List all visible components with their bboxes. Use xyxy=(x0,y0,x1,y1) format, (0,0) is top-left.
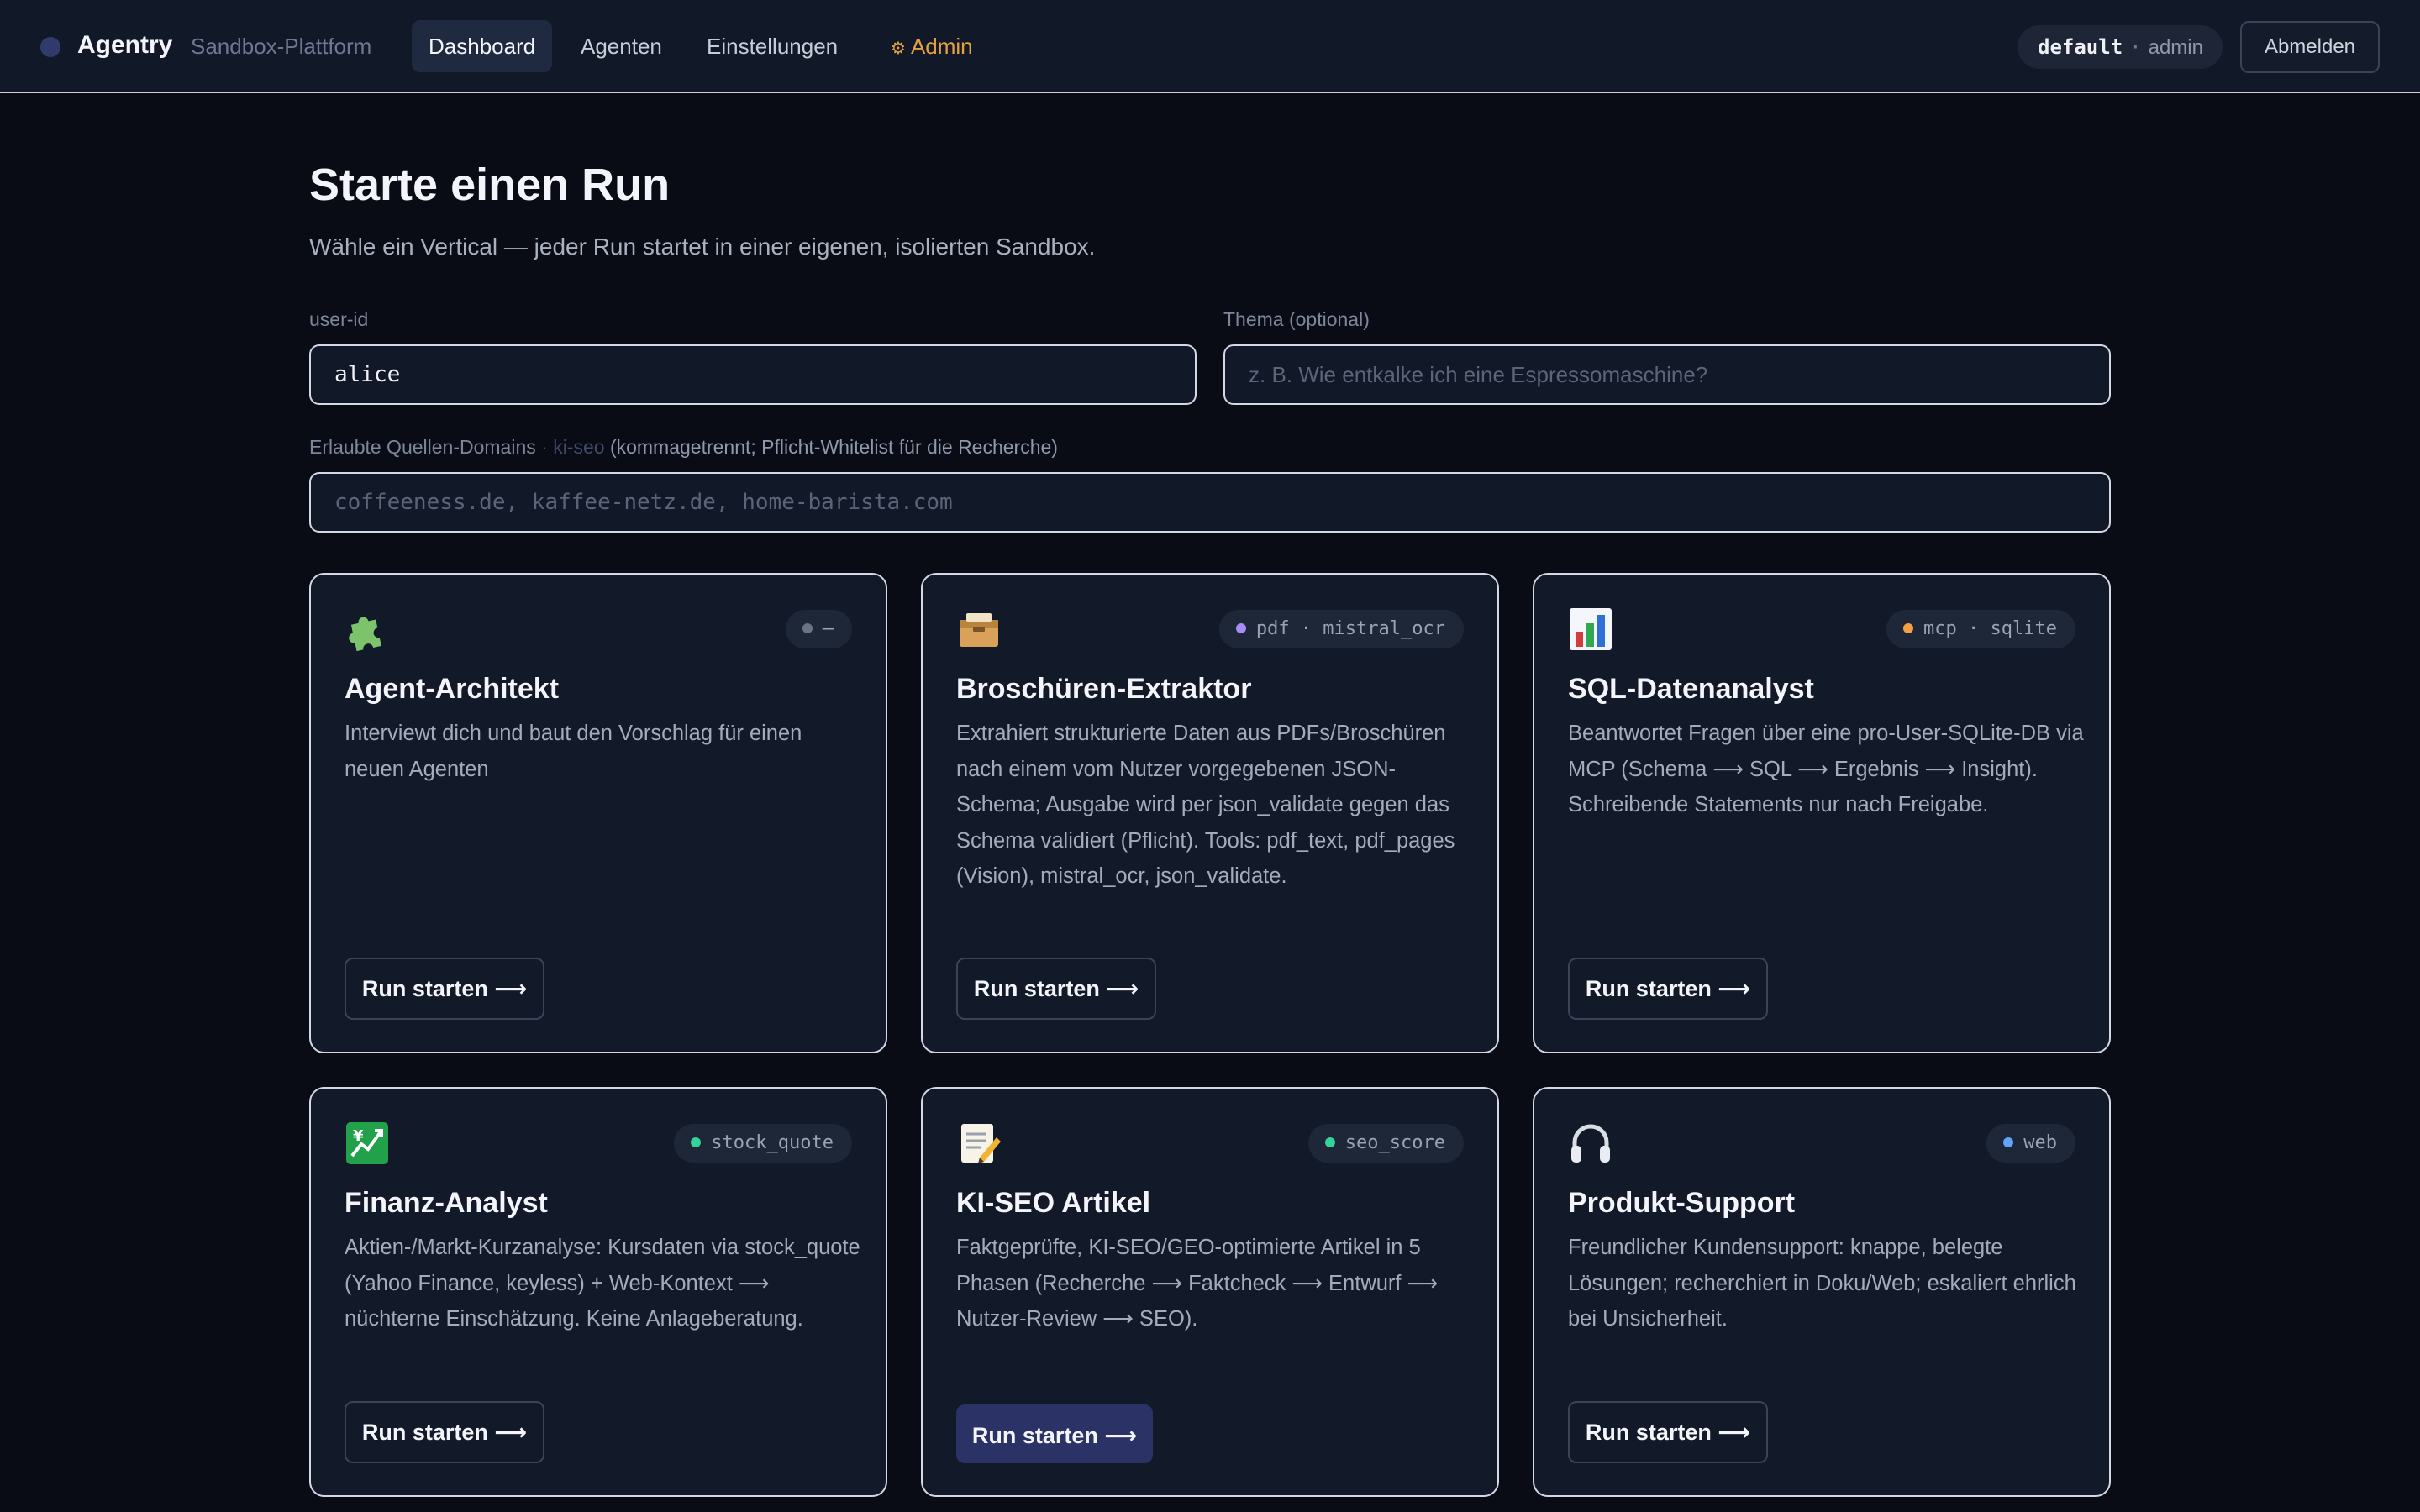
card-description: Interviewt dich und baut den Vorschlag f… xyxy=(345,722,802,781)
domains-vertical-tag: · ki-seo xyxy=(541,436,605,458)
card-title: Produkt-Support xyxy=(1568,1187,1796,1219)
vertical-card-sql-analyst[interactable]: mcp · sqlite SQL-Datenanalyst Beantworte… xyxy=(1533,573,2111,1053)
card-title: Broschüren-Extraktor xyxy=(956,673,1252,705)
card-title: KI-SEO Artikel xyxy=(956,1187,1151,1219)
topic-label: Thema (optional) xyxy=(1223,308,1370,330)
logout-button[interactable]: Abmelden xyxy=(2240,21,2380,73)
status-dot xyxy=(2003,1137,2014,1147)
domains-hint: (kommagetrennt; Pflicht-Whitelist für di… xyxy=(609,436,1058,458)
card-title: Finanz-Analyst xyxy=(345,1187,548,1219)
run-start-button[interactable]: Run starten ⟶ xyxy=(956,1404,1153,1463)
card-description: Freundlicher Kundensupport: knappe, bele… xyxy=(1568,1236,2076,1331)
capability-badge: web xyxy=(1986,1124,2075,1163)
card-title: SQL-Datenanalyst xyxy=(1568,673,1814,705)
nav-item-label: Agenten xyxy=(581,34,662,59)
tenant-name: default xyxy=(2038,35,2123,59)
nav-item-label: Admin xyxy=(910,34,973,59)
vertical-card-agent-architect[interactable]: – Agent-Architekt Interviewt dich und ba… xyxy=(309,573,887,1053)
card-description: Aktien-/Markt-Kurzanalyse: Kursdaten via… xyxy=(345,1236,860,1331)
badge-label: web xyxy=(2023,1132,2057,1153)
domains-label: Erlaubte Quellen-Domains · ki-seo (komma… xyxy=(309,434,1058,459)
user-id-label: user-id xyxy=(309,308,369,330)
nav-item-admin[interactable]: ⚙ Admin xyxy=(874,20,990,72)
capability-badge: mcp · sqlite xyxy=(1886,610,2075,648)
gear-icon: ⚙ xyxy=(891,39,906,58)
user-role: admin xyxy=(2148,36,2203,59)
user-id-input[interactable]: alice xyxy=(309,344,1197,405)
card-description: Beantwortet Fragen über eine pro-User-SQ… xyxy=(1568,722,2084,816)
status-dot xyxy=(1235,623,1246,633)
tenant-separator: · xyxy=(2129,35,2142,59)
vertical-card-brochure-extractor[interactable]: pdf · mistral_ocr Broschüren-Extraktor E… xyxy=(921,573,1499,1053)
svg-text:¥: ¥ xyxy=(353,1127,364,1145)
vertical-card-finance-analyst[interactable]: ¥ stock_quote Finanz-Analyst Aktien-/Mar… xyxy=(309,1087,887,1497)
status-dot xyxy=(691,1137,702,1147)
app-name[interactable]: Agentry xyxy=(77,29,172,62)
status-dot xyxy=(1903,623,1914,633)
nav-item-settings[interactable]: Einstellungen xyxy=(690,20,855,72)
run-start-button[interactable]: Run starten ⟶ xyxy=(1568,1401,1768,1463)
run-start-button[interactable]: Run starten ⟶ xyxy=(345,958,544,1020)
badge-label: pdf · mistral_ocr xyxy=(1255,618,1445,639)
headphones-icon xyxy=(1571,1124,1610,1163)
badge-label: mcp · sqlite xyxy=(1923,618,2057,639)
status-dot xyxy=(1324,1137,1335,1147)
run-start-button[interactable]: Run starten ⟶ xyxy=(956,958,1156,1020)
run-start-button[interactable]: Run starten ⟶ xyxy=(1568,958,1768,1020)
topic-input[interactable]: z. B. Wie entkalke ich eine Espressomasc… xyxy=(1223,344,2111,405)
puzzle-icon xyxy=(349,617,381,652)
vertical-card-product-support[interactable]: web Produkt-Support Freundlicher Kundens… xyxy=(1533,1087,2111,1497)
badge-label: – xyxy=(822,618,834,639)
card-description: Extrahiert strukturierte Daten aus PDFs/… xyxy=(956,722,1455,888)
nav-item-dashboard[interactable]: Dashboard xyxy=(412,20,553,72)
capability-badge: – xyxy=(785,610,852,648)
nav-item-label: Dashboard xyxy=(429,34,536,59)
tenant-badge: default · admin xyxy=(2018,25,2223,69)
bar-chart-icon xyxy=(1570,608,1612,650)
memo-icon xyxy=(961,1124,1001,1163)
nav-item-label: Einstellungen xyxy=(707,34,839,59)
vertical-card-ki-seo-article[interactable]: seo_score KI-SEO Artikel Faktgeprüfte, K… xyxy=(921,1087,1499,1497)
capability-badge: seo_score xyxy=(1307,1124,1464,1163)
card-description: Faktgeprüfte, KI-SEO/GEO-optimierte Arti… xyxy=(956,1236,1439,1331)
run-start-button[interactable]: Run starten ⟶ xyxy=(345,1401,544,1463)
brand-logo-icon xyxy=(40,37,60,57)
capability-badge: stock_quote xyxy=(674,1124,852,1163)
nav-item-agents[interactable]: Agenten xyxy=(564,20,679,72)
page-subtitle: Wähle ein Vertical — jeder Run startet i… xyxy=(309,234,1096,260)
domains-label-text: Erlaubte Quellen-Domains xyxy=(309,436,536,458)
top-navigation-bar: Agentry Sandbox-Plattform Dashboard Agen… xyxy=(0,0,2420,93)
card-box-icon xyxy=(960,613,998,647)
capability-badge: pdf · mistral_ocr xyxy=(1218,610,1464,648)
page-title: Starte einen Run xyxy=(309,160,671,210)
badge-label: seo_score xyxy=(1344,1132,1445,1153)
badge-label: stock_quote xyxy=(711,1132,834,1153)
app-subtitle: Sandbox-Plattform xyxy=(191,34,372,59)
status-dot xyxy=(802,623,813,633)
chart-yen-icon: ¥ xyxy=(346,1122,388,1164)
domains-input[interactable]: coffeeness.de, kaffee-netz.de, home-bari… xyxy=(309,472,2111,533)
card-title: Agent-Architekt xyxy=(345,673,560,705)
